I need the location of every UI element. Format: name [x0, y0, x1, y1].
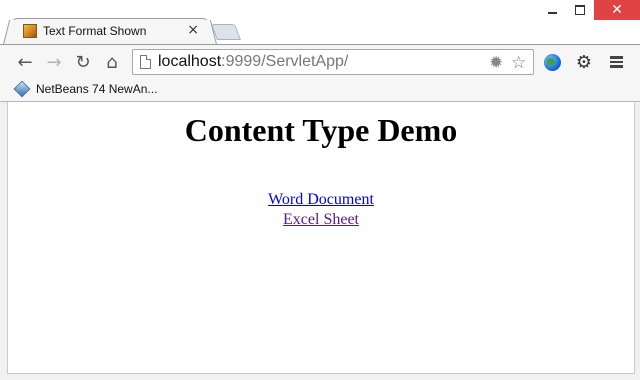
- page-content: Content Type Demo Word Document Excel Sh…: [7, 102, 635, 374]
- netbeans-cube-icon: [13, 80, 31, 98]
- tab-close-icon[interactable]: ×: [187, 22, 199, 38]
- menu-button[interactable]: [605, 51, 627, 73]
- minimize-button[interactable]: [538, 0, 566, 20]
- excel-sheet-link[interactable]: Excel Sheet: [283, 210, 359, 230]
- bookmark-star-icon[interactable]: ☆: [511, 53, 526, 73]
- forward-arrow-icon: →: [46, 51, 62, 73]
- title-bar: ✕ Text Format Shown ×: [0, 0, 640, 44]
- gear-icon: ⚙: [575, 51, 593, 73]
- window-controls: ✕: [538, 0, 640, 22]
- globe-extension-button[interactable]: [541, 51, 563, 73]
- back-button[interactable]: ←: [14, 51, 36, 73]
- home-button[interactable]: ⌂: [101, 51, 123, 73]
- tab-active[interactable]: Text Format Shown ×: [12, 18, 208, 44]
- new-tab-button[interactable]: [211, 24, 241, 40]
- bookmarks-bar: NetBeans 74 NewAn...: [0, 78, 640, 102]
- bookmark-item-netbeans[interactable]: NetBeans 74 NewAn...: [36, 82, 157, 96]
- url-host: localhost: [158, 53, 222, 70]
- url-text[interactable]: localhost:9999/ServletApp/: [158, 53, 348, 71]
- extension-icon[interactable]: ✹: [489, 53, 503, 73]
- back-arrow-icon: ←: [17, 51, 33, 73]
- toolbar: ← → ↻ ⌂ localhost:9999/ServletApp/ ✹ ☆ ⚙: [0, 44, 640, 78]
- close-window-button[interactable]: ✕: [594, 0, 640, 20]
- page-title: Content Type Demo: [184, 112, 458, 148]
- hamburger-icon: [609, 54, 623, 70]
- page-icon: [140, 55, 151, 69]
- servlet-favicon-icon: [23, 24, 37, 38]
- url-path: :9999/ServletApp/: [221, 53, 349, 70]
- maximize-icon: [575, 5, 585, 15]
- reload-icon: ↻: [75, 51, 91, 73]
- address-bar[interactable]: localhost:9999/ServletApp/ ✹ ☆: [132, 49, 534, 75]
- link-list: Word Document Excel Sheet: [8, 190, 634, 230]
- word-document-link[interactable]: Word Document: [268, 190, 374, 210]
- close-icon: ✕: [611, 2, 623, 18]
- minimize-icon: [547, 12, 557, 14]
- reload-button[interactable]: ↻: [72, 51, 94, 73]
- settings-button[interactable]: ⚙: [573, 51, 595, 73]
- browser-window: ✕ Text Format Shown × ← → ↻ ⌂ localhost:…: [0, 0, 640, 380]
- maximize-button[interactable]: [566, 0, 594, 20]
- tab-title: Text Format Shown: [43, 24, 147, 38]
- forward-button[interactable]: →: [43, 51, 65, 73]
- globe-icon: [543, 53, 561, 71]
- home-icon: ⌂: [106, 51, 118, 73]
